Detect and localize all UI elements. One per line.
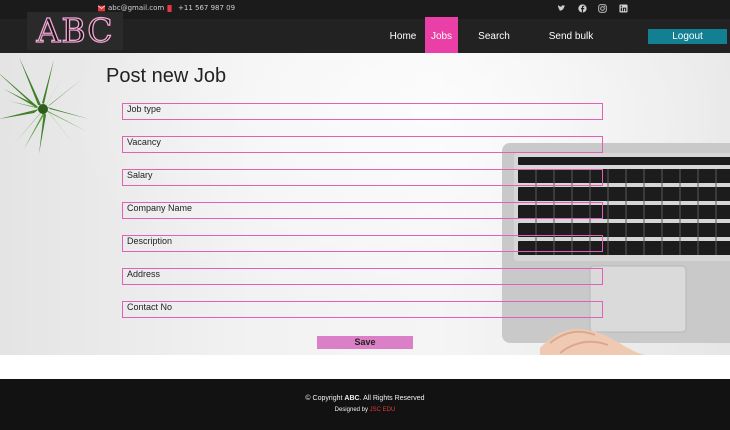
salary-label: Salary (127, 170, 153, 180)
company-name-label: Company Name (127, 203, 193, 213)
vacancy-label: Vacancy (127, 137, 161, 147)
salary-input[interactable] (122, 169, 603, 186)
designed-by-text: Designed by JSC EDU (0, 407, 730, 413)
linkedin-icon[interactable] (618, 4, 628, 14)
logo-text: ABC (36, 11, 114, 50)
designed-prefix: Designed by (334, 407, 370, 413)
address-input[interactable] (122, 268, 603, 285)
job-type-input[interactable] (122, 103, 603, 120)
instagram-icon[interactable] (597, 4, 607, 14)
logout-button[interactable]: Logout (648, 29, 727, 44)
job-type-label: Job type (127, 104, 162, 114)
email-text: abc@gmail.com (108, 4, 165, 12)
contact-no-input[interactable] (122, 301, 603, 318)
phone-text: +11 567 987 09 (178, 4, 236, 12)
vacancy-input[interactable] (122, 136, 603, 153)
description-label: Description (127, 236, 173, 246)
copyright-prefix: © Copyright (305, 395, 345, 402)
nav-search-users[interactable]: Search users (465, 19, 523, 78)
contact-no-label: Contact No (127, 302, 173, 312)
copyright-brand: ABC (344, 395, 360, 402)
copyright-suffix: . All Rights Reserved (359, 395, 425, 402)
twitter-icon[interactable] (556, 4, 566, 14)
nav-jobs[interactable]: Jobs (425, 17, 458, 53)
copyright-text: © Copyright ABC. All Rights Reserved (0, 395, 730, 402)
plant-decoration (0, 57, 89, 154)
address-label: Address (127, 269, 161, 279)
footer (0, 379, 730, 430)
nav-send-bulk-email[interactable]: Send bulk email (536, 19, 606, 78)
brand-logo[interactable]: ABC (27, 11, 123, 50)
designer-link[interactable]: JSC EDU (370, 407, 396, 413)
facebook-icon[interactable] (577, 4, 587, 14)
description-input[interactable] (122, 235, 603, 252)
page-title: Post new Job (106, 65, 227, 87)
save-button[interactable]: Save (317, 336, 413, 349)
company-name-input[interactable] (122, 202, 603, 219)
phone-icon (167, 4, 172, 12)
nav-home[interactable]: Home (386, 19, 420, 53)
phone-contact[interactable]: +11 567 987 09 (167, 4, 235, 12)
